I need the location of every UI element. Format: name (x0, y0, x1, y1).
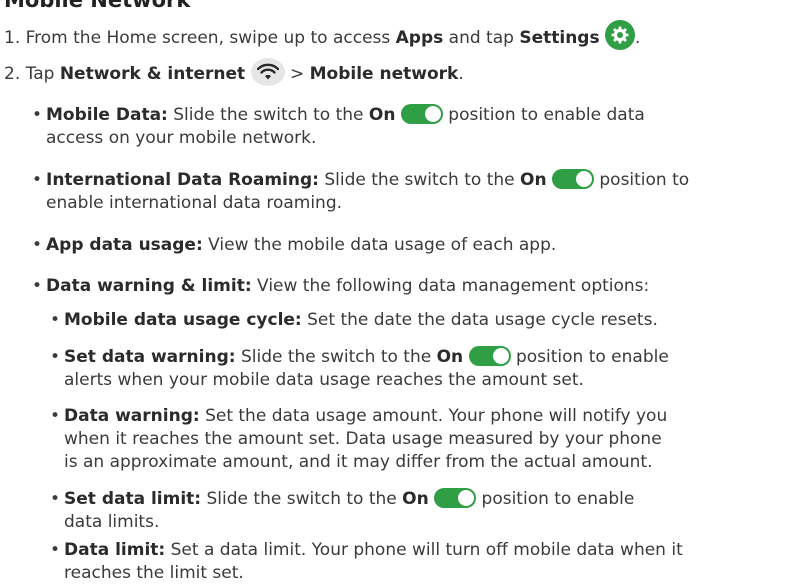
roaming-label: International Data Roaming: (46, 170, 319, 190)
warning-limit-label: Data warning & limit: (46, 276, 252, 296)
toggle-on-icon (434, 487, 477, 508)
roaming-text-post: position to (593, 170, 690, 190)
bullet-dot: • (32, 170, 43, 190)
mobile-data-text-post: position to enable data (442, 105, 645, 125)
list-item-app-usage: • App data usage: View the mobile data u… (32, 234, 557, 257)
on-label: On (436, 347, 464, 367)
list-item-data-warning: • Data warning: Set the data usage amoun… (50, 405, 668, 474)
set-warning-line2: alerts when your mobile data usage reach… (64, 370, 584, 390)
list-item-roaming: • International Data Roaming: Slide the … (32, 168, 690, 215)
data-warning-line2: when it reaches the amount set. Data usa… (64, 429, 662, 449)
bullet-dot: • (32, 105, 43, 125)
list-item-data-limit: • Data limit: Set a data limit. Your pho… (50, 539, 683, 585)
page-title: Mobile Network (4, 0, 191, 12)
data-limit-line2: reaches the limit set. (64, 563, 244, 583)
mobile-data-label: Mobile Data: (46, 105, 168, 125)
roaming-text: Slide the switch to the (318, 170, 520, 190)
set-limit-line2: data limits. (64, 512, 160, 532)
toggle-on-icon (468, 345, 511, 366)
set-limit-text: Slide the switch to the (201, 489, 403, 509)
list-item-set-limit: • Set data limit: Slide the switch to th… (50, 487, 635, 534)
data-limit-text: Set a data limit. Your phone will turn o… (165, 540, 683, 560)
network-internet-label: Network & internet (59, 64, 246, 84)
bullet-dot: • (50, 489, 61, 509)
set-warning-text: Slide the switch to the (235, 347, 437, 367)
apps-label: Apps (395, 28, 444, 48)
app-usage-text: View the mobile data usage of each app. (202, 235, 557, 255)
warning-limit-text: View the following data management optio… (251, 276, 650, 296)
gear-icon (605, 20, 635, 50)
set-warning-label: Set data warning: (64, 347, 236, 367)
step-2-text: 2. Tap (4, 64, 60, 84)
set-limit-label: Set data limit: (64, 489, 202, 509)
bullet-dot: • (32, 276, 43, 296)
data-warning-label: Data warning: (64, 406, 200, 426)
step-1: 1. From the Home screen, swipe up to acc… (4, 20, 641, 50)
data-limit-label: Data limit: (64, 540, 166, 560)
on-label: On (368, 105, 396, 125)
mobile-network-label: Mobile network (309, 64, 459, 84)
toggle-on-icon (551, 168, 594, 189)
bullet-dot: • (50, 540, 61, 560)
wifi-icon (250, 57, 285, 86)
step-2-end: . (458, 64, 464, 84)
usage-cycle-text: Set the date the data usage cycle resets… (301, 310, 658, 330)
usage-cycle-label: Mobile data usage cycle: (64, 310, 302, 330)
arrow-separator: > (284, 64, 310, 84)
step-1-end: . (635, 28, 641, 48)
data-warning-text: Set the data usage amount. Your phone wi… (199, 406, 668, 426)
step-2: 2. Tap Network & internet > Mobile netwo… (4, 57, 464, 86)
on-label: On (520, 170, 547, 190)
list-item-set-warning: • Set data warning: Slide the switch to … (50, 345, 669, 392)
bullet-dot: • (50, 347, 61, 367)
bullet-dot: • (50, 310, 61, 330)
mobile-data-line2: access on your mobile network. (46, 128, 317, 148)
set-limit-text-post: position to enable (476, 489, 635, 509)
data-warning-line3: is an approximate amount, and it may dif… (64, 452, 653, 472)
set-warning-text-post: position to enable (510, 347, 669, 367)
bullet-dot: • (50, 406, 61, 426)
list-item-usage-cycle: • Mobile data usage cycle: Set the date … (50, 309, 658, 332)
step-1-text: 1. From the Home screen, swipe up to acc… (4, 28, 396, 48)
on-label: On (402, 489, 429, 509)
mobile-data-text: Slide the switch to the (167, 105, 369, 125)
list-item-mobile-data: • Mobile Data: Slide the switch to the O… (32, 103, 645, 150)
toggle-on-icon (400, 103, 443, 124)
bullet-dot: • (32, 235, 43, 255)
settings-label: Settings (519, 28, 600, 48)
list-item-warning-limit: • Data warning & limit: View the followi… (32, 275, 650, 298)
roaming-line2: enable international data roaming. (46, 193, 343, 213)
step-1-and-tap: and tap (443, 28, 520, 48)
app-usage-label: App data usage: (46, 235, 203, 255)
